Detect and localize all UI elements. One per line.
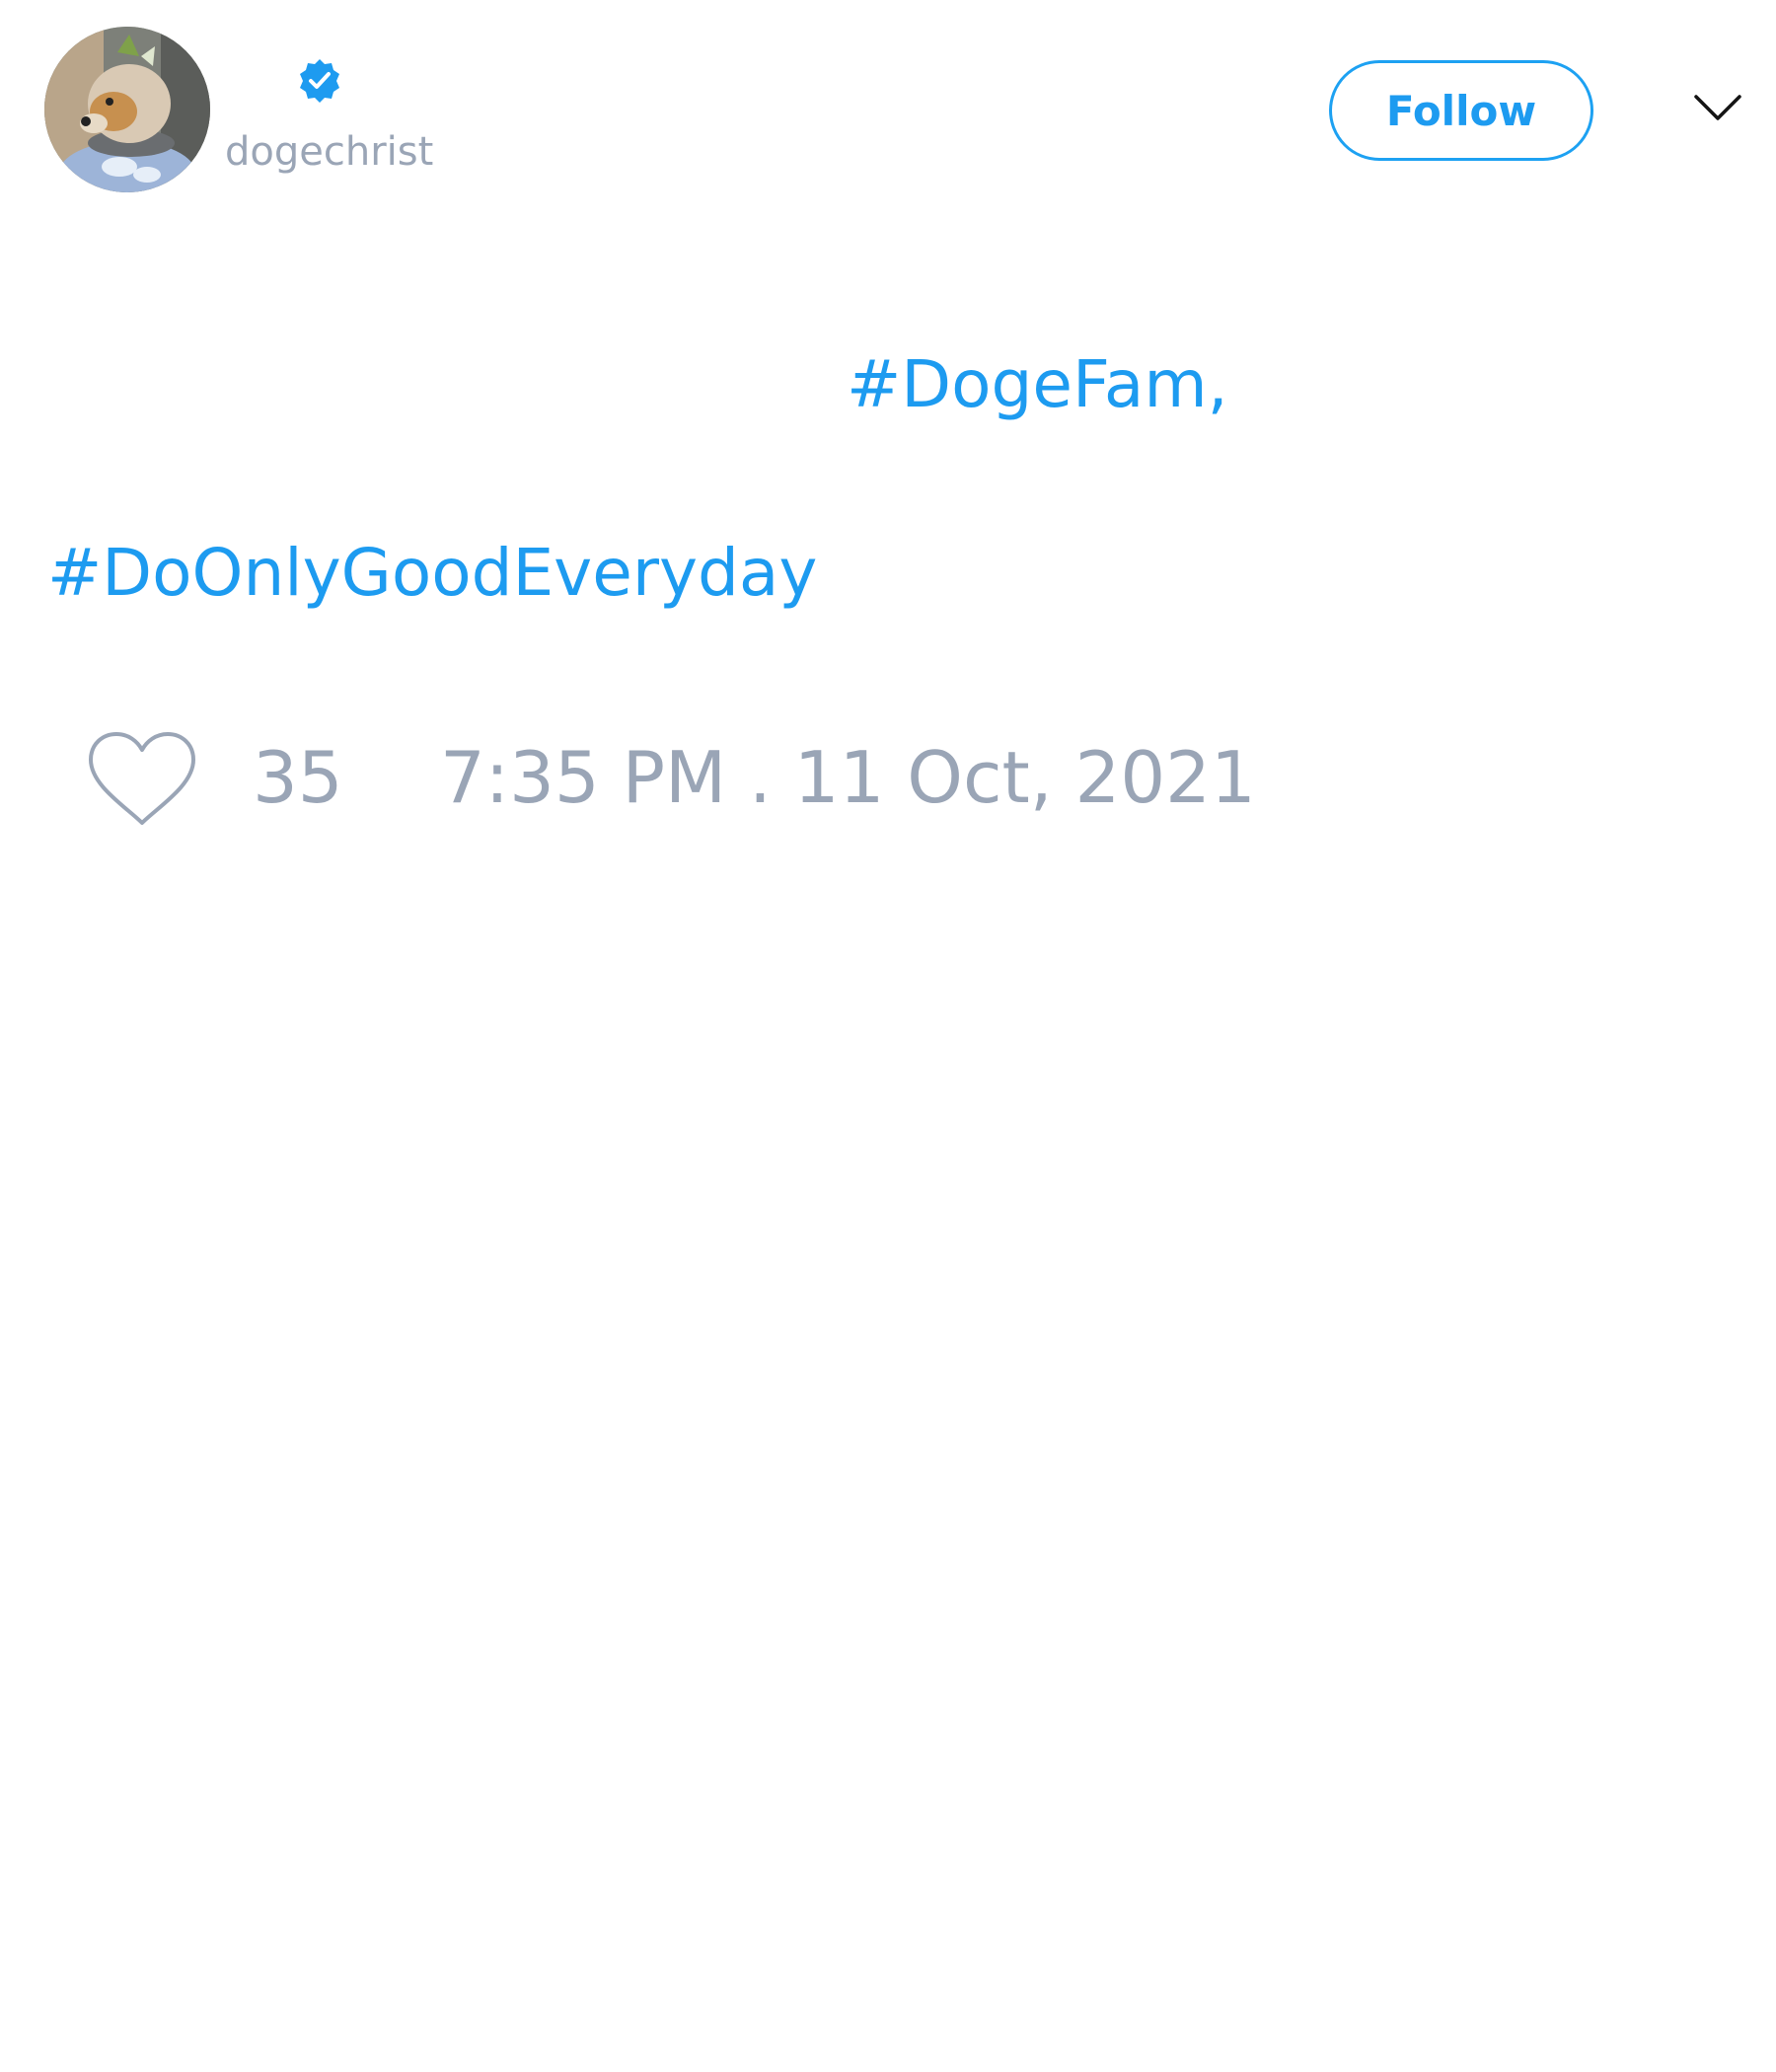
follow-button[interactable]: Follow [1329,60,1593,161]
hashtag-link[interactable]: #DogeFam, [847,345,1228,424]
tweet-timestamp[interactable]: 7:35 PM . 11 Oct, 2021 [440,736,1256,819]
chevron-down-icon[interactable] [1693,91,1742,126]
hashtag-link[interactable]: #DoOnlyGoodEveryday [47,534,817,613]
avatar[interactable] [44,27,210,192]
heart-icon[interactable] [87,730,197,829]
verified-badge-icon [300,59,339,103]
user-handle[interactable]: dogechrist [225,124,433,180]
like-count: 35 [253,736,343,819]
doge-avatar-image [44,27,210,192]
